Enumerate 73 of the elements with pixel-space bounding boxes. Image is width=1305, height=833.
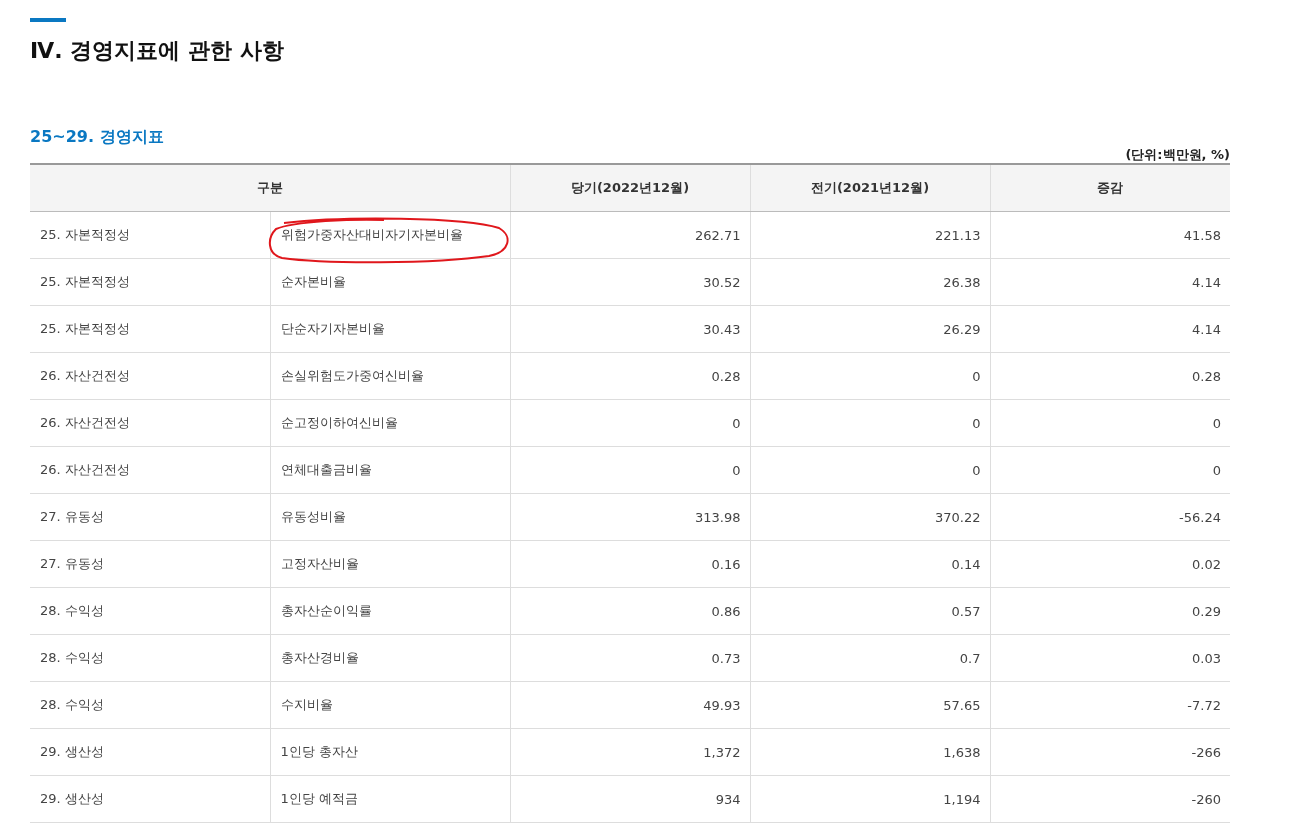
table-cell: 0.02 (990, 540, 1230, 588)
column-header: 증감 (990, 164, 1230, 212)
table-cell: 연체대출금비율 (270, 446, 510, 494)
table-cell: 28. 수익성 (30, 587, 270, 635)
table-cell: 1,638 (750, 728, 990, 776)
title-accent-bar (30, 18, 66, 22)
unit-label: (단위:백만원, %) (1125, 146, 1230, 164)
table-cell: 30.43 (510, 305, 750, 353)
table-cell: 370.22 (750, 493, 990, 541)
table-cell: -260 (990, 775, 1230, 823)
table-cell: 0.03 (990, 634, 1230, 682)
table-cell: 0.16 (510, 540, 750, 588)
table-cell: 29. 생산성 (30, 775, 270, 823)
table-cell: 손실위험도가중여신비율 (270, 352, 510, 400)
table-cell: 0 (990, 399, 1230, 447)
table-cell: 313.98 (510, 493, 750, 541)
table-cell: 49.93 (510, 681, 750, 729)
column-header: 구분 (30, 164, 510, 212)
table-cell: 30.52 (510, 258, 750, 306)
table-cell: -266 (990, 728, 1230, 776)
table-cell: 0 (750, 352, 990, 400)
table-cell: 29. 생산성 (30, 728, 270, 776)
table-cell: 0.7 (750, 634, 990, 682)
section-title: 25~29. 경영지표 (30, 126, 165, 148)
table-cell: -56.24 (990, 493, 1230, 541)
table-cell: 0 (510, 399, 750, 447)
table-cell: 0.28 (990, 352, 1230, 400)
table-cell: 4.14 (990, 305, 1230, 353)
table-cell: 41.58 (990, 211, 1230, 259)
table-cell: 26. 자산건전성 (30, 446, 270, 494)
table-cell: 25. 자본적정성 (30, 211, 270, 259)
table-cell: 유동성비율 (270, 493, 510, 541)
table-cell: 25. 자본적정성 (30, 258, 270, 306)
table-cell: 28. 수익성 (30, 681, 270, 729)
table-cell: 0.57 (750, 587, 990, 635)
table-cell: 27. 유동성 (30, 493, 270, 541)
table-cell: 262.71 (510, 211, 750, 259)
table-cell: 0 (990, 446, 1230, 494)
table-cell: 27. 유동성 (30, 540, 270, 588)
table-cell: 26.29 (750, 305, 990, 353)
table-cell: 0.73 (510, 634, 750, 682)
table-cell: 위험가중자산대비자기자본비율 (270, 211, 510, 259)
table-cell: 1,372 (510, 728, 750, 776)
table-cell: 순자본비율 (270, 258, 510, 306)
table-cell: 고정자산비율 (270, 540, 510, 588)
table-cell: 25. 자본적정성 (30, 305, 270, 353)
table-cell: 1인당 총자산 (270, 728, 510, 776)
table-cell: 총자산경비율 (270, 634, 510, 682)
table-cell: 4.14 (990, 258, 1230, 306)
table-cell: 순고정이하여신비율 (270, 399, 510, 447)
table-cell: 0.14 (750, 540, 990, 588)
table-cell: 총자산순이익률 (270, 587, 510, 635)
table-cell: 26. 자산건전성 (30, 352, 270, 400)
table-cell: 26.38 (750, 258, 990, 306)
table-cell: -7.72 (990, 681, 1230, 729)
table-cell: 221.13 (750, 211, 990, 259)
column-header: 전기(2021년12월) (750, 164, 990, 212)
table-cell: 26. 자산건전성 (30, 399, 270, 447)
page-title: Ⅳ. 경영지표에 관한 사항 (30, 37, 285, 65)
table-cell: 수지비율 (270, 681, 510, 729)
table-cell: 0.86 (510, 587, 750, 635)
table-cell: 57.65 (750, 681, 990, 729)
table-cell: 28. 수익성 (30, 634, 270, 682)
table-cell: 934 (510, 775, 750, 823)
table-cell: 0 (750, 446, 990, 494)
table-cell: 0.29 (990, 587, 1230, 635)
table-cell: 1,194 (750, 775, 990, 823)
table-cell: 단순자기자본비율 (270, 305, 510, 353)
table-cell: 0.28 (510, 352, 750, 400)
table-cell: 0 (750, 399, 990, 447)
table-cell: 1인당 예적금 (270, 775, 510, 823)
column-header: 당기(2022년12월) (510, 164, 750, 212)
table-cell: 0 (510, 446, 750, 494)
